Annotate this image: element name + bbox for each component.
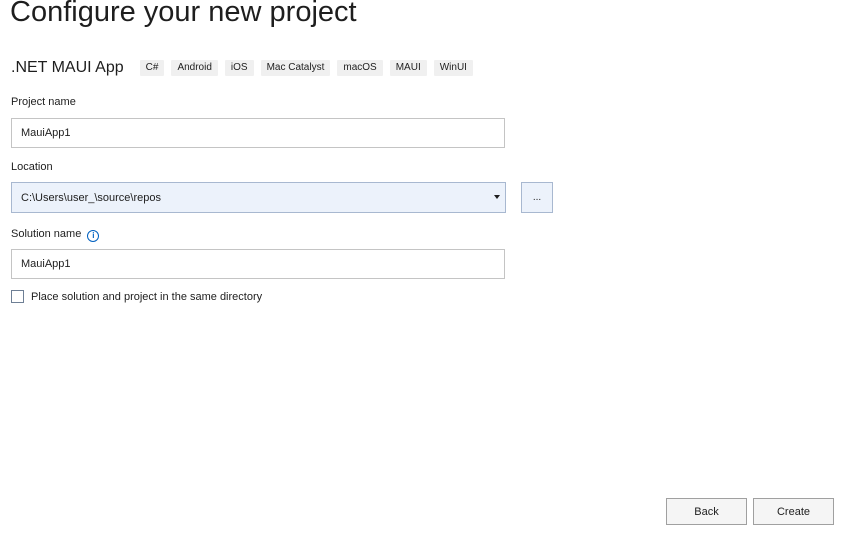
tag-android: Android bbox=[171, 60, 218, 76]
location-value: C:\Users\user_\source\repos bbox=[21, 191, 161, 204]
same-directory-label[interactable]: Place solution and project in the same d… bbox=[31, 291, 262, 303]
info-icon[interactable]: i bbox=[87, 230, 100, 242]
solution-name-label-row: Solution name i bbox=[11, 228, 100, 242]
solution-name-value: MauiApp1 bbox=[21, 258, 71, 270]
project-name-label: Project name bbox=[11, 96, 76, 108]
solution-name-label: Solution name bbox=[11, 228, 82, 240]
tag-ios: iOS bbox=[224, 60, 254, 76]
tag-csharp: C# bbox=[139, 60, 165, 76]
page-title: Configure your new project bbox=[10, 0, 357, 28]
same-directory-checkbox[interactable] bbox=[11, 290, 24, 303]
solution-name-input[interactable]: MauiApp1 bbox=[11, 249, 505, 279]
tag-maui: MAUI bbox=[389, 60, 427, 76]
location-combobox[interactable]: C:\Users\user_\source\repos bbox=[11, 182, 506, 213]
create-button[interactable]: Create bbox=[753, 498, 834, 525]
tag-winui: WinUI bbox=[433, 60, 473, 76]
same-directory-option[interactable]: Place solution and project in the same d… bbox=[11, 290, 262, 303]
location-label: Location bbox=[11, 161, 53, 173]
project-name-value: MauiApp1 bbox=[21, 127, 71, 139]
dropdown-arrow-icon[interactable] bbox=[494, 195, 500, 199]
project-name-input[interactable]: MauiApp1 bbox=[11, 118, 505, 148]
template-name: .NET MAUI App bbox=[11, 59, 124, 76]
back-button[interactable]: Back bbox=[666, 498, 747, 525]
browse-button[interactable]: ... bbox=[521, 182, 553, 213]
template-tags: C# Android iOS Mac Catalyst macOS MAUI W… bbox=[139, 60, 480, 76]
tag-macos: macOS bbox=[337, 60, 383, 76]
tag-mac-catalyst: Mac Catalyst bbox=[260, 60, 331, 76]
template-header: .NET MAUI App C# Android iOS Mac Catalys… bbox=[11, 58, 480, 78]
